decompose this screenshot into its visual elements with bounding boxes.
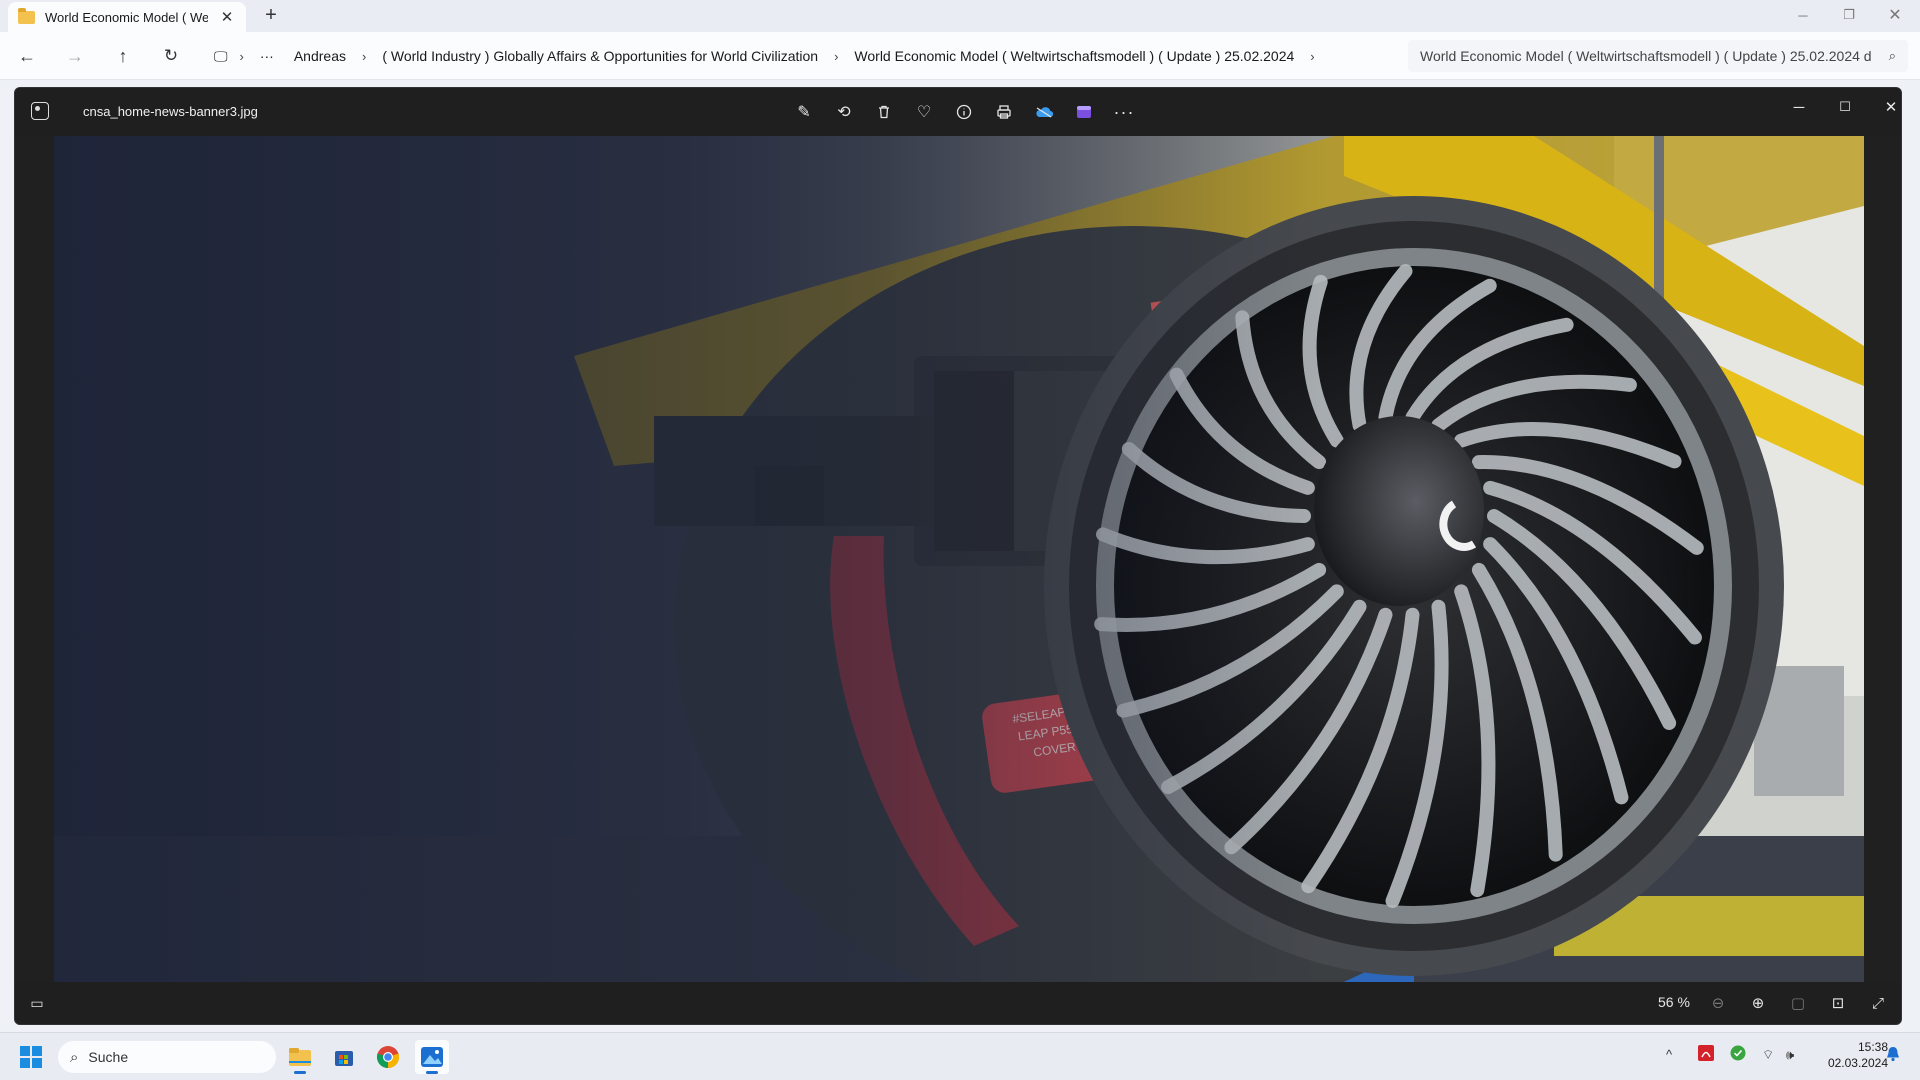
new-tab-button[interactable]: +	[258, 4, 284, 27]
clock-time: 15:38	[1857, 1040, 1888, 1054]
viewer-maximize-button[interactable]: ☐	[1823, 92, 1867, 122]
explorer-tab[interactable]: World Economic Model ( Welt ✕	[8, 2, 246, 32]
microsoft-store-icon[interactable]	[327, 1040, 361, 1074]
viewer-filename: cnsa_home-news-banner3.jpg	[83, 104, 258, 119]
breadcrumb-item-world-economic-model[interactable]: World Economic Model ( Weltwirtschaftsmo…	[844, 48, 1304, 64]
taskbar: ⌕ Suche ^ ⌔ 🕪 15:38 02.03.2024	[0, 1032, 1920, 1080]
viewer-title-bar: cnsa_home-news-banner3.jpg ✎ ⟲ ♡ ··· ─ ☐	[15, 88, 1901, 136]
search-text: World Economic Model ( Weltwirtschaftsmo…	[1420, 48, 1872, 64]
favorite-icon[interactable]: ♡	[909, 97, 939, 127]
clock-date: 02.03.2024	[1827, 1056, 1888, 1070]
fit-to-window-icon[interactable]: ▢	[1785, 990, 1811, 1016]
info-icon[interactable]	[949, 97, 979, 127]
photos-app-icon[interactable]	[415, 1040, 449, 1074]
tab-title: World Economic Model ( Welt	[45, 9, 208, 25]
onedrive-icon[interactable]	[1029, 97, 1059, 127]
photos-app-icon	[31, 102, 49, 120]
explorer-search-input[interactable]: World Economic Model ( Weltwirtschaftsmo…	[1408, 40, 1908, 72]
chevron-right-icon: ›	[1310, 48, 1315, 64]
viewer-status-bar: ▭ 56 % ⊖ ⊕ ▢ ⊡ ⤢	[15, 982, 1901, 1024]
acrobat-tray-icon[interactable]	[1698, 1045, 1714, 1064]
restore-button[interactable]: ❐	[1826, 0, 1872, 30]
zoom-level: 56 %	[1658, 994, 1690, 1010]
jet-engine-photo: #SELEAP55 LEAP P55 COVER	[54, 136, 1864, 984]
close-tab-icon[interactable]: ✕	[218, 8, 236, 26]
filmstrip-icon[interactable]: ▭	[25, 992, 49, 1014]
breadcrumb-item-user[interactable]: Andreas	[284, 48, 356, 64]
file-explorer-icon[interactable]	[283, 1040, 317, 1074]
explorer-tab-strip: World Economic Model ( Welt ✕ + ─ ❐ ✕	[0, 0, 1920, 32]
volume-icon[interactable]: 🕪	[1786, 1047, 1794, 1063]
photos-viewer-window: cnsa_home-news-banner3.jpg ✎ ⟲ ♡ ··· ─ ☐	[14, 87, 1902, 1025]
wifi-icon[interactable]: ⌔	[1762, 1047, 1774, 1063]
security-tray-icon[interactable]	[1730, 1045, 1746, 1064]
print-icon[interactable]	[989, 97, 1019, 127]
breadcrumb-item-world-industry[interactable]: ( World Industry ) Globally Affairs & Op…	[372, 48, 828, 64]
viewer-toolbar: ✎ ⟲ ♡ ···	[789, 97, 1139, 127]
taskbar-search[interactable]: ⌕ Suche	[58, 1041, 276, 1073]
viewer-minimize-button[interactable]: ─	[1777, 92, 1821, 122]
breadcrumb[interactable]: 🖵 › ··· Andreas › ( World Industry ) Glo…	[202, 40, 1397, 72]
viewer-close-button[interactable]: ✕	[1869, 92, 1901, 122]
notification-bell-icon[interactable]	[1886, 1046, 1900, 1065]
explorer-address-bar: ← → ↑ ↻ 🖵 › ··· Andreas › ( World Indust…	[0, 32, 1920, 80]
edit-icon[interactable]: ✎	[789, 97, 819, 127]
delete-icon[interactable]	[869, 97, 899, 127]
chrome-icon[interactable]	[371, 1040, 405, 1074]
back-button[interactable]: ←	[12, 41, 42, 71]
forward-button[interactable]: →	[60, 41, 90, 71]
taskbar-search-label: Suche	[88, 1049, 129, 1065]
folder-icon	[18, 7, 35, 24]
clipchamp-icon[interactable]	[1069, 97, 1099, 127]
chevron-right-icon: ›	[834, 48, 839, 64]
windows-start-icon[interactable]	[20, 1046, 42, 1068]
more-icon[interactable]: ···	[1109, 97, 1139, 127]
photo-canvas[interactable]: #SELEAP55 LEAP P55 COVER	[54, 136, 1864, 984]
taskbar-clock[interactable]: 15:38 02.03.2024	[1810, 1039, 1888, 1071]
tray-overflow-icon[interactable]: ^	[1666, 1047, 1672, 1062]
up-button[interactable]: ↑	[108, 41, 138, 71]
actual-size-icon[interactable]: ⊡	[1825, 990, 1851, 1016]
search-icon: ⌕	[1888, 48, 1896, 63]
minimize-button[interactable]: ─	[1780, 0, 1826, 30]
chevron-right-icon: ›	[362, 48, 367, 64]
refresh-button[interactable]: ↻	[156, 41, 186, 71]
chevron-right-icon: ›	[239, 48, 244, 64]
breadcrumb-overflow-icon[interactable]: ···	[250, 48, 284, 64]
fullscreen-icon[interactable]: ⤢	[1865, 990, 1891, 1016]
monitor-icon[interactable]: 🖵	[202, 48, 234, 65]
zoom-in-icon[interactable]: ⊕	[1745, 990, 1771, 1016]
rotate-icon[interactable]: ⟲	[829, 97, 859, 127]
search-icon: ⌕	[70, 1048, 79, 1066]
close-window-button[interactable]: ✕	[1872, 0, 1918, 30]
zoom-out-icon[interactable]: ⊖	[1705, 990, 1731, 1016]
